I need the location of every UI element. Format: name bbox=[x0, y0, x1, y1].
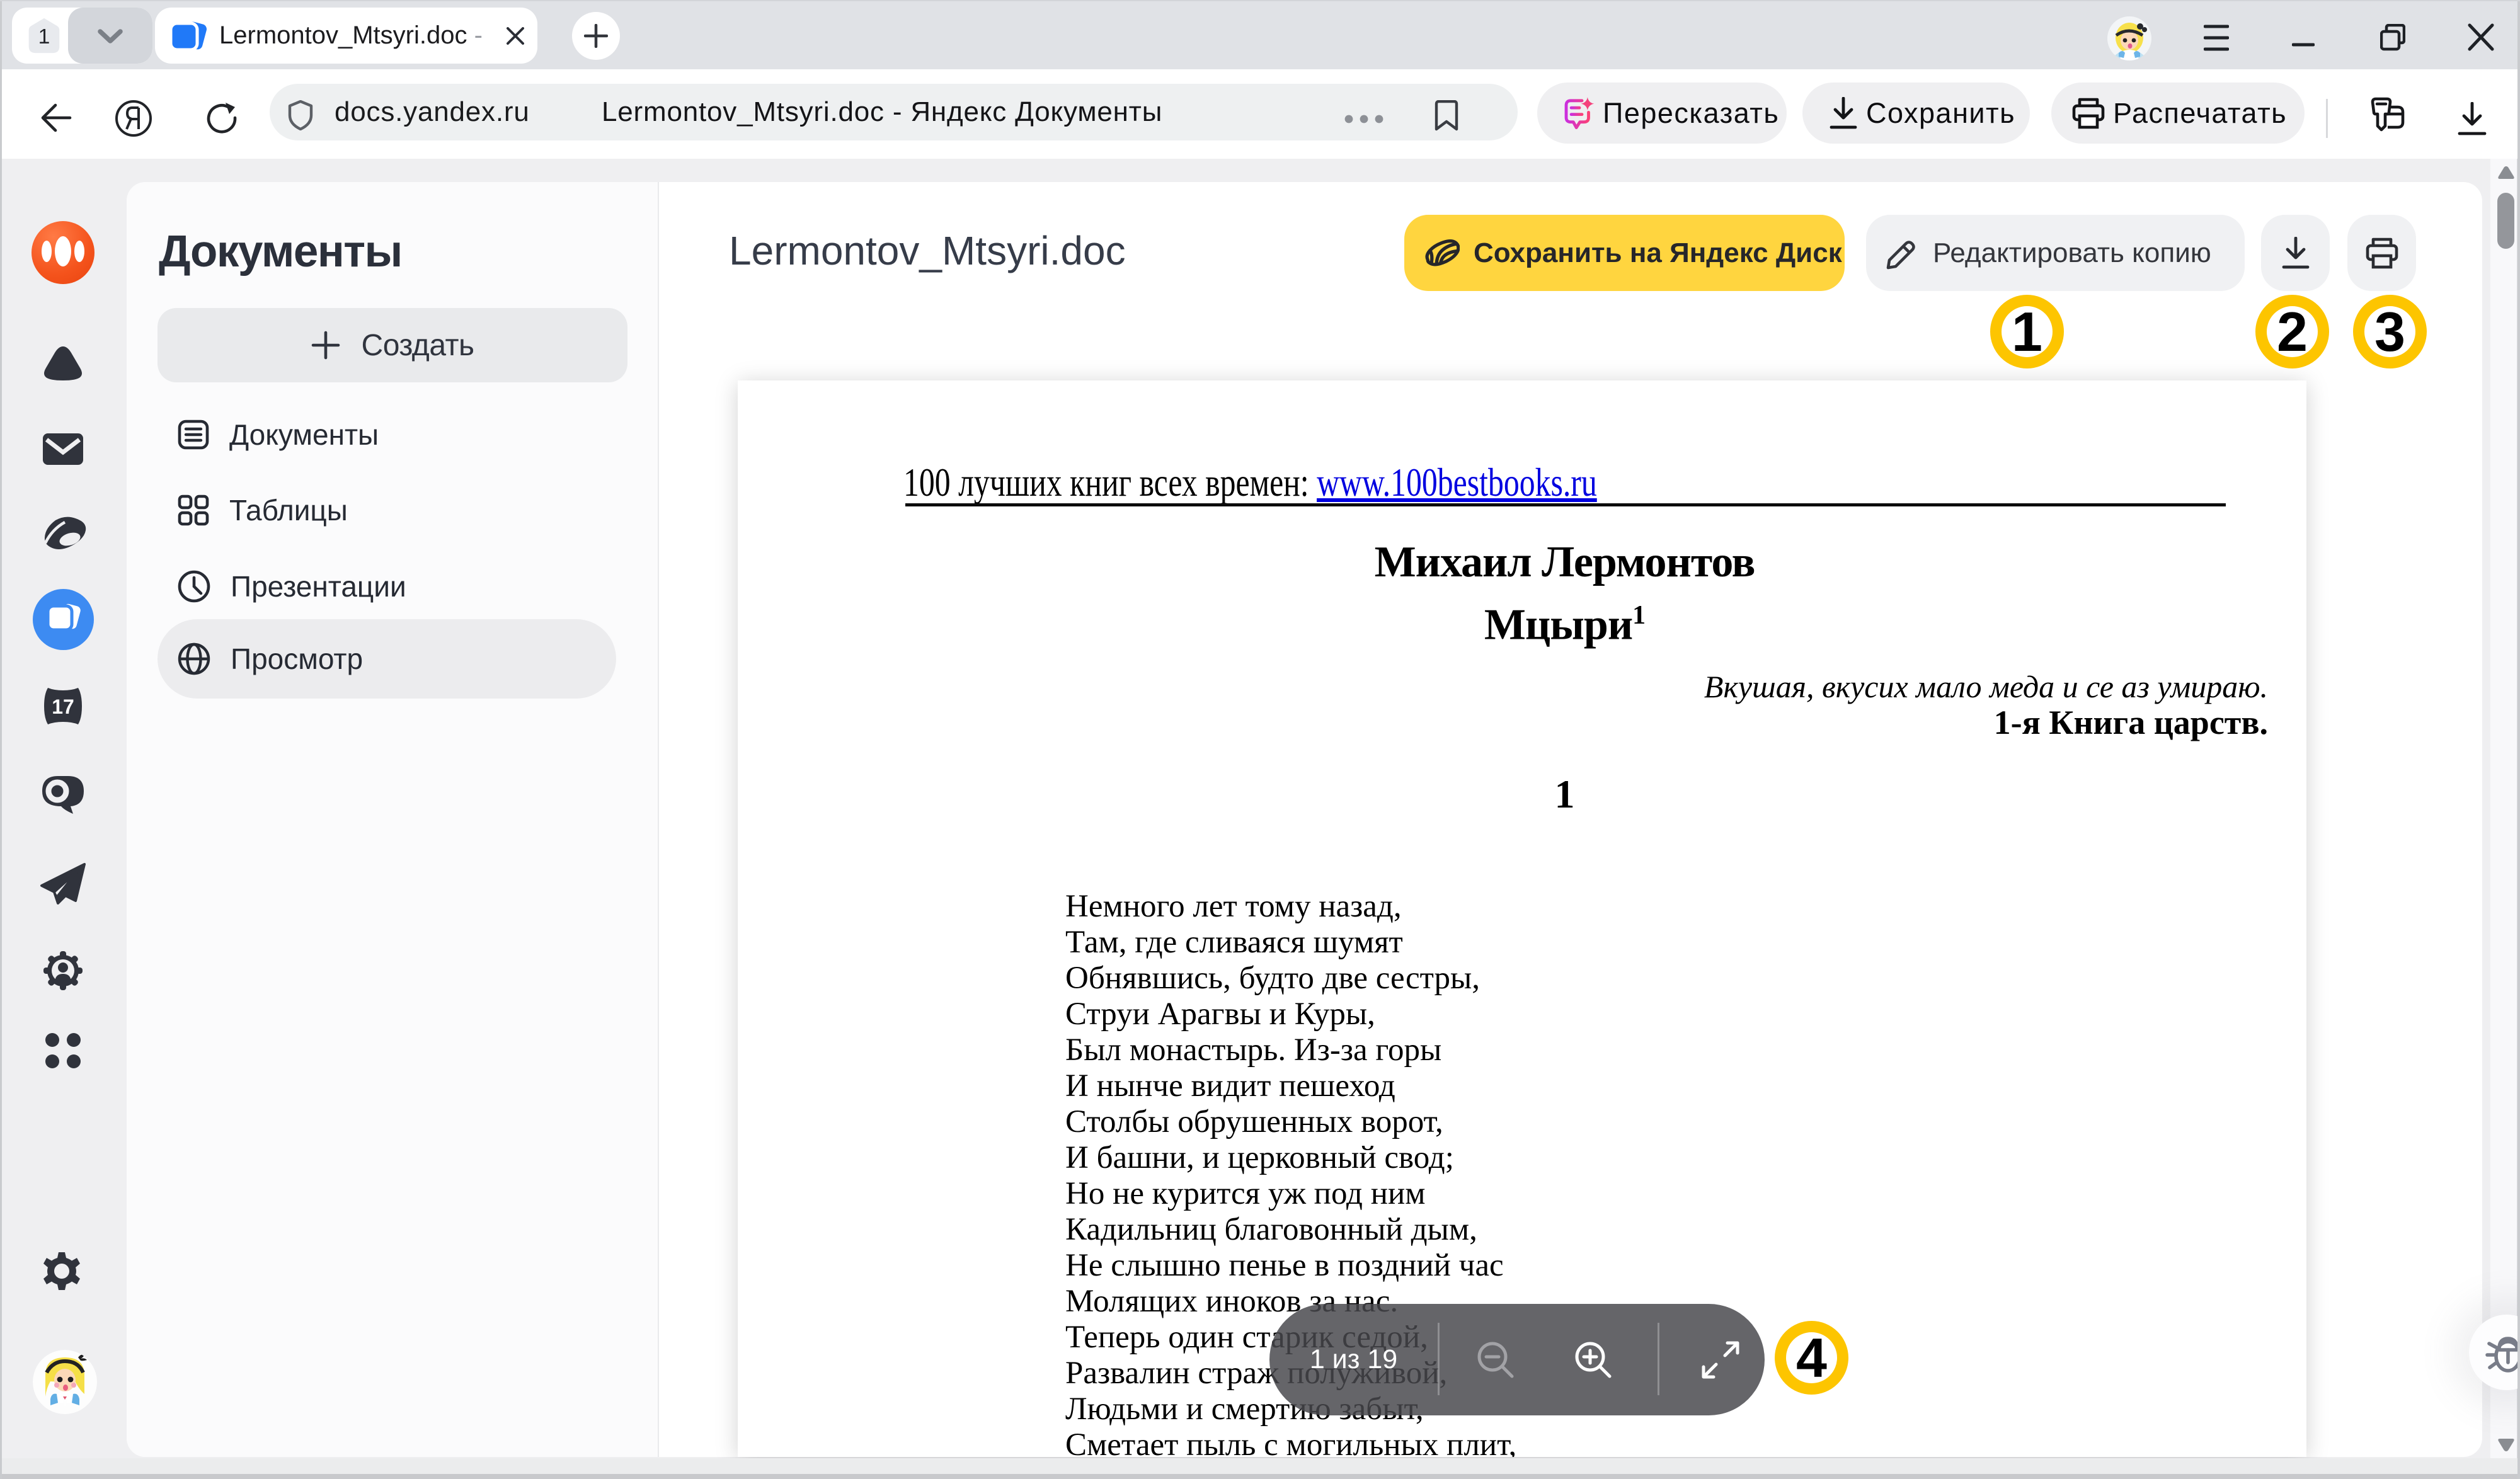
svg-text:17: 17 bbox=[52, 695, 74, 718]
